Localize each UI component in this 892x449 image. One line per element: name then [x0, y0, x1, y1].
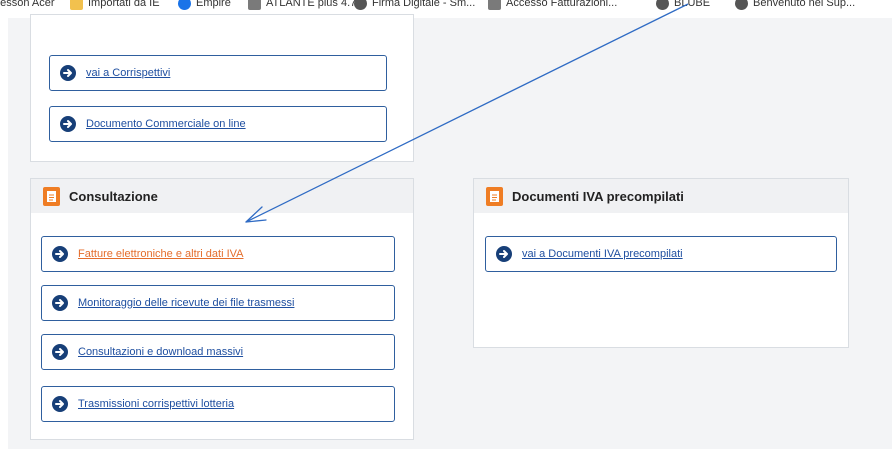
arrow-right-circle-icon: [52, 396, 68, 412]
arrow-right-circle-icon: [60, 65, 76, 81]
bookmark-label: Importati da IE: [88, 0, 160, 9]
link-label: Trasmissioni corrispettivi lotteria: [78, 398, 235, 410]
bookmark-label: Empire: [196, 0, 231, 9]
link-consultazioni-download[interactable]: Consultazioni e download massivi: [41, 334, 395, 370]
link-fatture-elettroniche[interactable]: Fatture elettroniche e altri dati IVA: [41, 236, 395, 272]
bookmark-accesso-fatturazioni[interactable]: Accesso Fatturazioni...: [488, 0, 617, 10]
bookmark-label: Firma Digitale - Sm...: [372, 0, 476, 9]
folder-icon: [70, 0, 83, 10]
corrispettivi-panel: vai a Corrispettivi Documento Commercial…: [30, 14, 414, 162]
link-label: Fatture elettroniche e altri dati IVA: [78, 248, 244, 260]
panel-title: Consultazione: [69, 188, 158, 204]
globe-icon: [735, 0, 748, 10]
consultazione-panel: Consultazione Fatture elettroniche e alt…: [30, 178, 414, 440]
link-label: Monitoraggio delle ricevute dei file tra…: [78, 297, 295, 309]
arrow-right-circle-icon: [52, 246, 68, 262]
link-monitoraggio-ricevute[interactable]: Monitoraggio delle ricevute dei file tra…: [41, 285, 395, 321]
link-vai-a-corrispettivi[interactable]: vai a Corrispettivi: [49, 55, 387, 91]
link-label: Documento Commerciale on line: [86, 118, 246, 130]
bookmark-label: Lesson Acer: [0, 0, 55, 9]
bookmark-lesson-acer[interactable]: Lesson Acer: [0, 0, 55, 10]
page-content: vai a Corrispettivi Documento Commercial…: [8, 14, 892, 449]
documenti-iva-panel: Documenti IVA precompilati vai a Documen…: [473, 178, 849, 348]
link-trasmissioni-lotteria[interactable]: Trasmissioni corrispettivi lotteria: [41, 386, 395, 422]
link-documento-commerciale[interactable]: Documento Commerciale on line: [49, 106, 387, 142]
bookmark-label: ATLANTE plus 4.7: [266, 0, 357, 9]
globe-icon: [656, 0, 669, 10]
link-label: vai a Corrispettivi: [86, 67, 171, 79]
arrow-right-circle-icon: [52, 344, 68, 360]
link-vai-a-documenti-iva[interactable]: vai a Documenti IVA precompilati: [485, 236, 837, 272]
consultazione-header: Consultazione: [31, 179, 413, 213]
document-icon: [43, 186, 60, 206]
link-label: Consultazioni e download massivi: [78, 346, 244, 358]
bookmark-importati[interactable]: Importati da IE: [70, 0, 160, 10]
documenti-iva-header: Documenti IVA precompilati: [474, 179, 848, 213]
bookmark-atlante[interactable]: ATLANTE plus 4.7: [248, 0, 356, 10]
arrow-right-circle-icon: [52, 295, 68, 311]
bookmark-label: Benvenuto nel Sup...: [753, 0, 856, 9]
bookmark-label: Accesso Fatturazioni...: [506, 0, 618, 9]
bookmark-empire[interactable]: Empire: [178, 0, 231, 10]
arrow-right-circle-icon: [496, 246, 512, 262]
app-icon: [178, 0, 191, 10]
bookmark-label: BLUBE: [674, 0, 711, 9]
arrow-right-circle-icon: [60, 116, 76, 132]
globe-icon: [354, 0, 367, 10]
bookmark-firma-digitale[interactable]: Firma Digitale - Sm...: [354, 0, 475, 10]
link-label: vai a Documenti IVA precompilati: [522, 248, 683, 260]
image-icon: [248, 0, 261, 10]
document-icon: [486, 186, 503, 206]
panel-title: Documenti IVA precompilati: [512, 188, 684, 204]
bookmark-benvenuto[interactable]: Benvenuto nel Sup...: [735, 0, 855, 10]
grid-icon: [488, 0, 501, 10]
bookmark-blube[interactable]: BLUBE: [656, 0, 710, 10]
